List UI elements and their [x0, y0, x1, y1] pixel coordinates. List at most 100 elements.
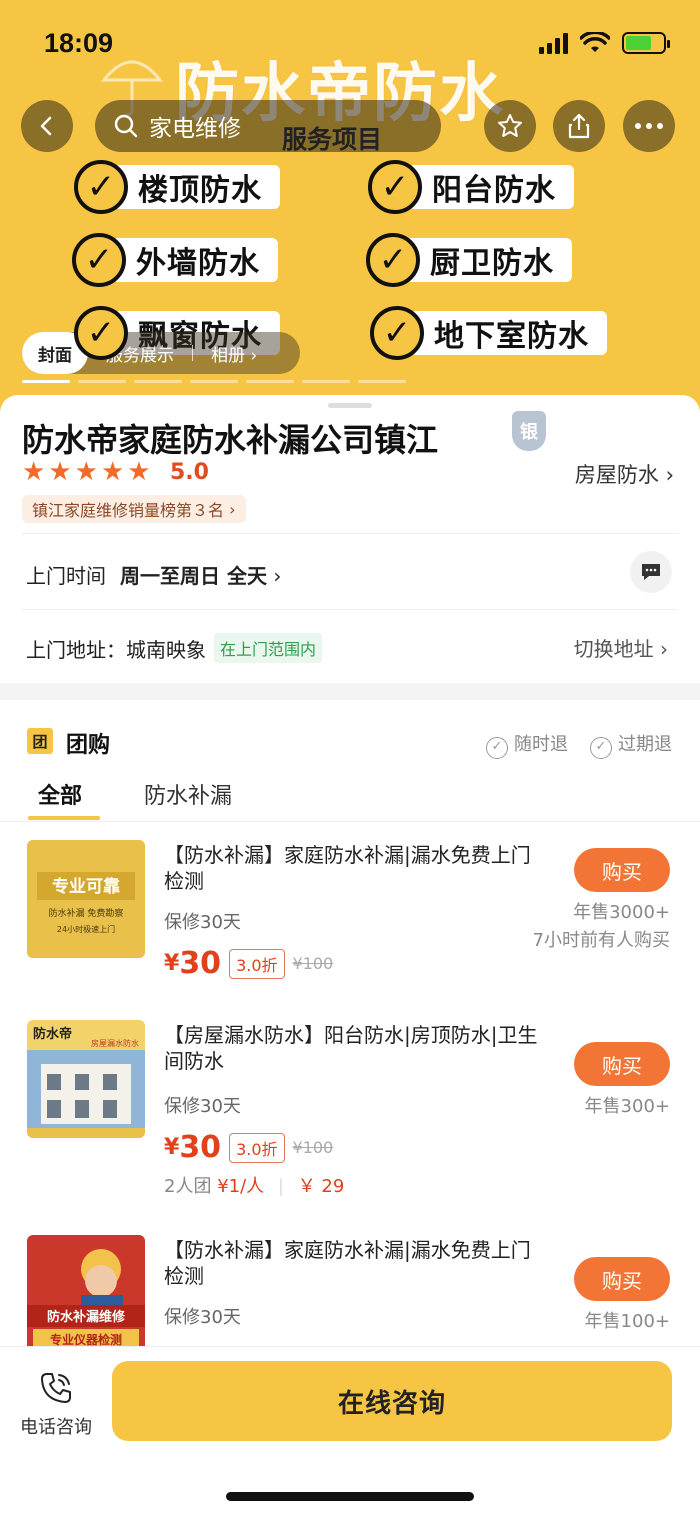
checkmark-icon: ✓ [370, 306, 424, 360]
tab-waterproof-repair[interactable]: 防水补漏 [144, 778, 232, 810]
silver-badge-icon: 银 [512, 411, 546, 451]
service-section-label: 服务项目 [282, 125, 383, 154]
thumb-title: 防水补漏维修 [47, 1309, 126, 1325]
gallery-tabs: 封面 服务展示 相册 › [22, 332, 300, 374]
deal-thumbnail[interactable]: 防水帝 房屋漏水防水 [27, 1020, 145, 1138]
service-label: 地下室防水 [410, 311, 607, 355]
deal-thumbnail-image: 防水补漏维修 专业仪器检测 [27, 1235, 145, 1346]
refund-anytime-tag: 随时退 [486, 730, 568, 759]
deal-price: ¥ 30 3.0折 ¥100 [164, 1130, 333, 1165]
price-value: 30 [179, 946, 222, 981]
drag-handle[interactable] [328, 403, 372, 408]
checkmark-icon: ✓ [72, 233, 126, 287]
bottom-action-bar: 电话咨询 在线咨询 [0, 1346, 700, 1515]
deal-thumbnail-image: 防水帝 房屋漏水防水 [27, 1020, 145, 1138]
group-buy-icon: 团 [27, 728, 53, 754]
status-icons [539, 32, 670, 54]
star-filled-icon: ★ [74, 457, 98, 487]
tab-all[interactable]: 全部 [38, 778, 82, 810]
deal-item[interactable]: 防水帝 房屋漏水防水 【房屋漏水防水】阳台防水|房顶防水|卫生间防水 保修30天… [0, 1020, 700, 1210]
home-indicator [226, 1492, 474, 1501]
service-hours-row[interactable]: 上门时间 周一至周日 全天 › [26, 560, 281, 589]
original-price: ¥100 [292, 1138, 334, 1157]
star-filled-icon: ★ [22, 457, 46, 487]
switch-address-link[interactable]: 切换地址 › [574, 633, 668, 662]
phone-consult-button[interactable]: 电话咨询 [14, 1369, 98, 1439]
thumb-brand: 防水帝 [33, 1026, 72, 1042]
switch-address-label: 切换地址 [573, 637, 654, 661]
deal-thumbnail[interactable]: 专业可靠 防水补漏 免费勘察 24小时极速上门 [27, 840, 145, 958]
price-currency: ¥ [164, 951, 180, 976]
carousel-indicator [22, 380, 406, 383]
service-item: ✓ 地下室防水 [370, 306, 607, 360]
buy-button[interactable]: 购买 [574, 1257, 670, 1301]
more-button[interactable] [623, 100, 675, 152]
service-item: ✓ 阳台防水 [368, 160, 574, 214]
rating-stars: ★ ★ ★ ★ ★ [22, 457, 151, 487]
shop-name: 防水帝家庭防水补漏公司镇江 [22, 421, 439, 459]
favorite-button[interactable] [484, 100, 536, 152]
ranking-text: 镇江家庭维修销量榜第３名 [32, 501, 225, 520]
category-tabs: 全部 防水补漏 [0, 772, 700, 822]
shop-info-card: 防水帝家庭防水补漏公司镇江 银 ★ ★ ★ ★ ★ 5.0 房屋防水 › 镇江家… [0, 395, 700, 683]
thumb-subtitle: 专业仪器检测 [50, 1332, 122, 1346]
star-icon [498, 114, 522, 137]
deal-item[interactable]: 专业可靠 防水补漏 免费勘察 24小时极速上门 【防水补漏】家庭防水补漏|漏水免… [0, 840, 700, 1010]
back-button[interactable] [21, 100, 73, 152]
annual-sales: 年售100+ [584, 1311, 670, 1332]
share-button[interactable] [553, 100, 605, 152]
deal-thumbnail-image: 专业可靠 防水补漏 免费勘察 24小时极速上门 [27, 840, 145, 958]
buy-button[interactable]: 购买 [574, 848, 670, 892]
hours-value: 周一至周日 全天 [120, 564, 267, 588]
deal-price: ¥ 30 3.0折 ¥100 [164, 946, 333, 981]
divider [22, 609, 678, 610]
checkmark-icon: ✓ [368, 160, 422, 214]
deal-warranty: 保修30天 [164, 1307, 241, 1328]
search-icon [114, 114, 138, 138]
deal-title: 【防水补漏】家庭防水补漏|漏水免费上门检测 [164, 843, 531, 893]
discount-badge: 3.0折 [229, 1132, 285, 1163]
share-icon [568, 113, 590, 139]
price-value: 30 [179, 1130, 222, 1165]
shop-category: 房屋防水 [574, 463, 659, 487]
message-button[interactable] [630, 551, 672, 593]
hours-label: 上门时间 [26, 564, 106, 588]
online-consult-button[interactable]: 在线咨询 [112, 1361, 672, 1441]
discount-badge: 3.0折 [229, 948, 285, 979]
deal-title: 【房屋漏水防水】阳台防水|房顶防水|卫生间防水 [164, 1023, 538, 1073]
shop-category-link[interactable]: 房屋防水 › [575, 459, 674, 489]
deal-thumbnail[interactable]: 防水补漏维修 专业仪器检测 [27, 1235, 145, 1346]
price-currency: ¥ [164, 1135, 180, 1160]
search-input[interactable]: 家电维修 [95, 100, 441, 152]
thumb-title: 专业可靠 [52, 876, 120, 897]
address-text: 上门地址：城南映象 [26, 637, 206, 662]
ranking-badge[interactable]: 镇江家庭维修销量榜第３名 › [22, 495, 246, 523]
annual-sales: 年售3000+ [573, 902, 670, 923]
active-tab-indicator [28, 816, 100, 820]
deal-item[interactable]: 防水补漏维修 专业仪器检测 【防水补漏】家庭防水补漏|漏水免费上门检测 保修30… [0, 1235, 700, 1346]
refund-tags: 随时退 过期退 [486, 730, 672, 759]
phone-consult-label: 电话咨询 [20, 1417, 92, 1438]
tab-album[interactable]: 相册 › [193, 341, 275, 366]
checkmark-icon: ✓ [74, 160, 128, 214]
service-item: ✓ 厨卫防水 [366, 233, 572, 287]
star-filled-icon: ★ [48, 457, 72, 487]
service-label: 楼顶防水 [114, 165, 280, 209]
rating-score: 5.0 [170, 460, 209, 485]
group-buy-title: 团购 [66, 733, 111, 758]
tab-album-label: 相册 [211, 345, 245, 366]
service-label: 阳台防水 [408, 165, 574, 209]
checkmark-icon: ✓ [366, 233, 420, 287]
buy-button[interactable]: 购买 [574, 1042, 670, 1086]
deal-warranty: 保修30天 [164, 912, 241, 933]
message-icon [642, 564, 660, 580]
service-label: 厨卫防水 [406, 238, 572, 282]
divider [22, 533, 678, 534]
service-item: ✓ 外墙防水 [72, 233, 278, 287]
group-buy-section: 团 团购 随时退 过期退 全部 防水补漏 专业可靠 防水补漏 免费勘察 24小时… [0, 700, 700, 1346]
service-label: 外墙防水 [112, 238, 278, 282]
back-arrow-icon [40, 116, 52, 136]
thumb-subtitle: 房屋漏水防水 [91, 1038, 139, 1048]
service-item: ✓ 楼顶防水 [74, 160, 280, 214]
hero-banner[interactable]: 18:09 防水帝防水 家电维修 服务项目 ✓ 楼顶防水 ✓ 阳台防水 ✓ 外墙… [0, 0, 700, 420]
